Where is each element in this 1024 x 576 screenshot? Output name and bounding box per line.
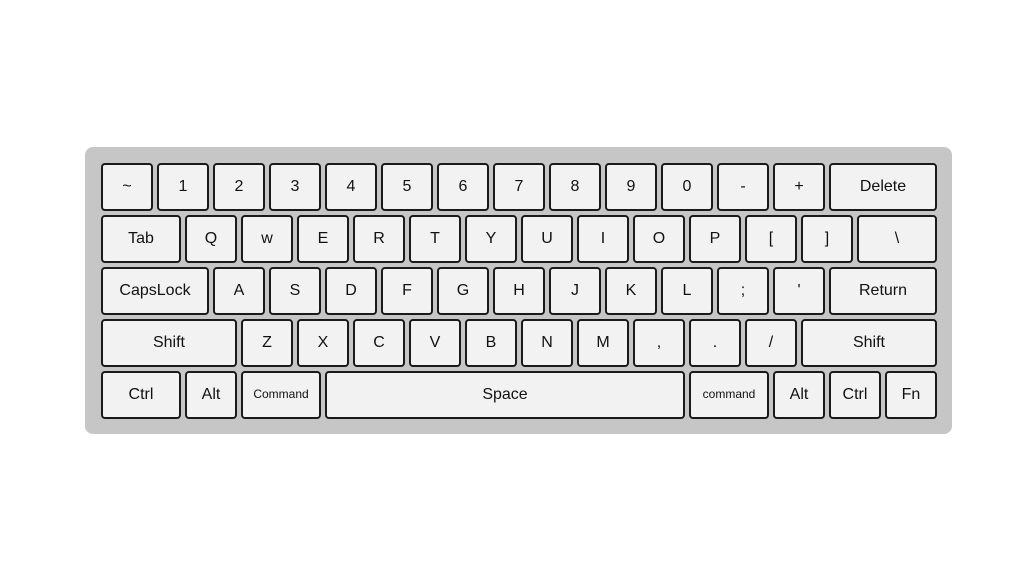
key-delete[interactable]: Delete: [829, 163, 937, 211]
key-y[interactable]: Y: [465, 215, 517, 263]
key-ctrl[interactable]: Ctrl: [101, 371, 181, 419]
key-i[interactable]: I: [577, 215, 629, 263]
key-5[interactable]: 5: [381, 163, 433, 211]
key-sym3-10[interactable]: /: [745, 319, 797, 367]
key-1[interactable]: 1: [157, 163, 209, 211]
key-9[interactable]: 9: [605, 163, 657, 211]
key-sym1-13[interactable]: \: [857, 215, 937, 263]
key-q[interactable]: Q: [185, 215, 237, 263]
key-o[interactable]: O: [633, 215, 685, 263]
key-sym0-0[interactable]: ~: [101, 163, 153, 211]
key-m[interactable]: M: [577, 319, 629, 367]
key-p[interactable]: P: [689, 215, 741, 263]
key-8[interactable]: 8: [549, 163, 601, 211]
key-z[interactable]: Z: [241, 319, 293, 367]
key-row-2: Tab Qw E R T Y U I O P[] \: [101, 215, 952, 263]
key-b[interactable]: B: [465, 319, 517, 367]
key-command[interactable]: command: [689, 371, 769, 419]
key-sym0-11[interactable]: -: [717, 163, 769, 211]
key-c[interactable]: C: [353, 319, 405, 367]
key-a[interactable]: A: [213, 267, 265, 315]
key-sym0-12[interactable]: +: [773, 163, 825, 211]
key-r[interactable]: R: [353, 215, 405, 263]
key-h[interactable]: H: [493, 267, 545, 315]
key-row-5: Ctrl Alt Command Space command Alt Ctrl Fn: [101, 371, 952, 419]
key-return[interactable]: Return: [829, 267, 937, 315]
key-e[interactable]: E: [297, 215, 349, 263]
key-t[interactable]: T: [409, 215, 461, 263]
key-command[interactable]: Command: [241, 371, 321, 419]
key-tab[interactable]: Tab: [101, 215, 181, 263]
key-sym1-12[interactable]: ]: [801, 215, 853, 263]
key-row-1: ~1 2 3 4 5 6 7 8 9 0- + Delete: [101, 163, 952, 211]
key-space[interactable]: Space: [325, 371, 685, 419]
key-d[interactable]: D: [325, 267, 377, 315]
key-v[interactable]: V: [409, 319, 461, 367]
key-sym2-11[interactable]: ': [773, 267, 825, 315]
key-w[interactable]: w: [241, 215, 293, 263]
key-l[interactable]: L: [661, 267, 713, 315]
key-s[interactable]: S: [269, 267, 321, 315]
key-capslock[interactable]: CapsLock: [101, 267, 209, 315]
key-n[interactable]: N: [521, 319, 573, 367]
key-0[interactable]: 0: [661, 163, 713, 211]
key-shift[interactable]: Shift: [801, 319, 937, 367]
key-alt[interactable]: Alt: [773, 371, 825, 419]
key-7[interactable]: 7: [493, 163, 545, 211]
key-sym1-11[interactable]: [: [745, 215, 797, 263]
key-fn[interactable]: Fn: [885, 371, 937, 419]
key-3[interactable]: 3: [269, 163, 321, 211]
key-j[interactable]: J: [549, 267, 601, 315]
key-2[interactable]: 2: [213, 163, 265, 211]
key-alt[interactable]: Alt: [185, 371, 237, 419]
key-shift[interactable]: Shift: [101, 319, 237, 367]
key-6[interactable]: 6: [437, 163, 489, 211]
key-u[interactable]: U: [521, 215, 573, 263]
key-sym2-10[interactable]: ;: [717, 267, 769, 315]
key-ctrl[interactable]: Ctrl: [829, 371, 881, 419]
key-x[interactable]: X: [297, 319, 349, 367]
key-row-4: Shift Z X C V B N M,. / Shift: [101, 319, 952, 367]
key-sym3-8[interactable]: ,: [633, 319, 685, 367]
keyboard: ~1 2 3 4 5 6 7 8 9 0- + Delete Tab Qw E R T Y U I O P[] \ CapsL…: [85, 147, 952, 434]
key-k[interactable]: K: [605, 267, 657, 315]
key-row-3: CapsLock A S D F G H J K L; ' Return: [101, 267, 952, 315]
key-f[interactable]: F: [381, 267, 433, 315]
key-4[interactable]: 4: [325, 163, 377, 211]
key-sym3-9[interactable]: .: [689, 319, 741, 367]
key-g[interactable]: G: [437, 267, 489, 315]
